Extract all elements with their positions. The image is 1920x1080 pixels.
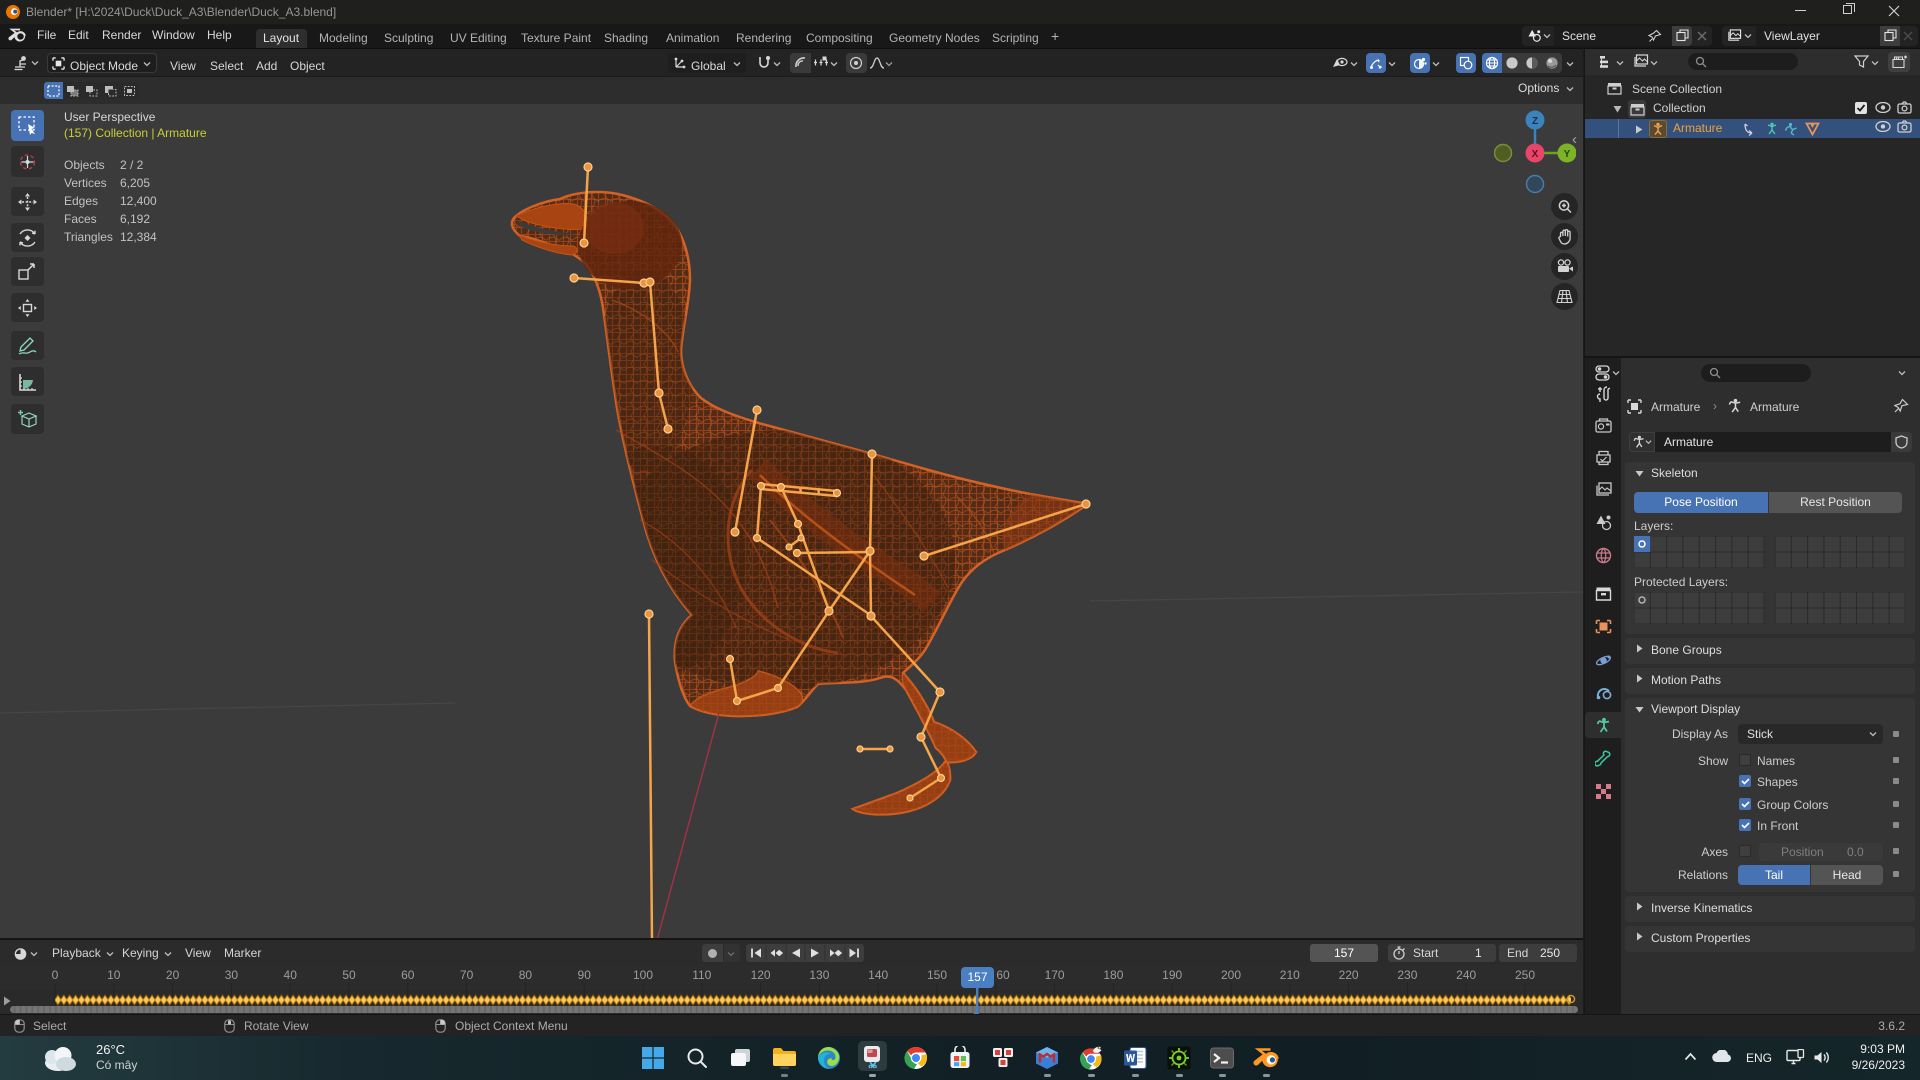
svg-text:Z: Z <box>1532 116 1538 127</box>
svg-text:180: 180 <box>1103 968 1123 982</box>
svg-text:220: 220 <box>1339 968 1359 982</box>
svg-text:60: 60 <box>996 968 1010 982</box>
svg-text:50: 50 <box>342 968 356 982</box>
svg-text:140: 140 <box>868 968 888 982</box>
svg-text:100: 100 <box>633 968 653 982</box>
svg-text:70: 70 <box>460 968 474 982</box>
svg-text:0: 0 <box>52 968 59 982</box>
svg-text:110: 110 <box>692 968 711 982</box>
svg-text:20: 20 <box>166 968 180 982</box>
svg-text:80: 80 <box>519 968 533 982</box>
svg-text:10: 10 <box>107 968 121 982</box>
svg-text:Y: Y <box>1564 149 1571 160</box>
svg-text:90: 90 <box>578 968 592 982</box>
svg-text:40: 40 <box>284 968 298 982</box>
svg-text:230: 230 <box>1397 968 1417 982</box>
svg-text:X: X <box>1532 149 1539 160</box>
svg-text:120: 120 <box>751 968 771 982</box>
svg-text:200: 200 <box>1221 968 1241 982</box>
svg-text:60: 60 <box>401 968 415 982</box>
svg-text:190: 190 <box>1162 968 1182 982</box>
svg-text:250: 250 <box>1515 968 1535 982</box>
svg-text:150: 150 <box>927 968 947 982</box>
svg-text:130: 130 <box>809 968 829 982</box>
svg-text:240: 240 <box>1456 968 1476 982</box>
svg-text:170: 170 <box>1045 968 1065 982</box>
svg-text:30: 30 <box>225 968 239 982</box>
svg-text:210: 210 <box>1280 968 1300 982</box>
